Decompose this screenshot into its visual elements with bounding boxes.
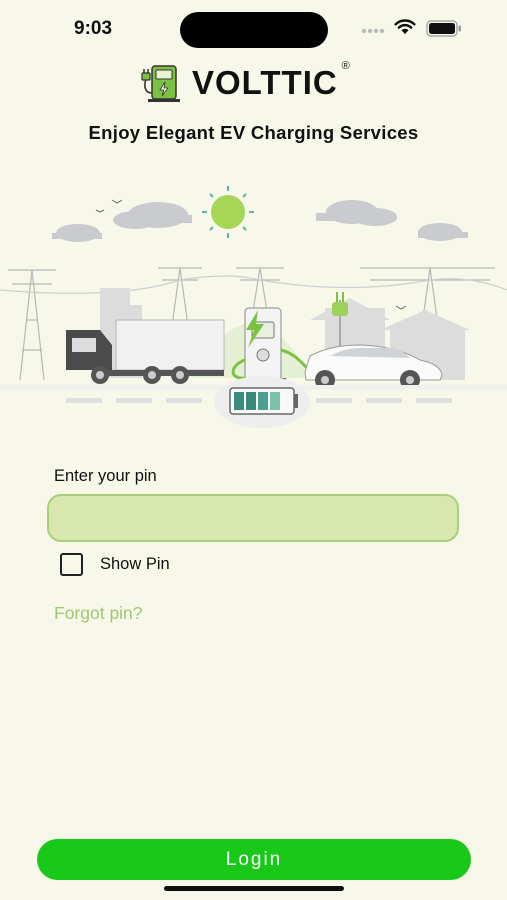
ev-charging-illustration <box>0 186 507 428</box>
brand-name: VOLTTIC <box>192 64 338 101</box>
login-button[interactable]: Login <box>37 839 471 880</box>
status-bar: 9:03 <box>0 0 507 56</box>
show-pin-toggle[interactable]: Show Pin <box>60 553 170 576</box>
dynamic-island <box>180 12 328 48</box>
cellular-signal-icon <box>361 28 385 34</box>
show-pin-checkbox[interactable] <box>60 553 83 576</box>
registered-mark: ® <box>341 60 350 72</box>
pin-label: Enter your pin <box>54 467 157 485</box>
ev-charger-logo-icon <box>141 65 180 102</box>
show-pin-label: Show Pin <box>100 555 170 573</box>
tagline: Enjoy Elegant EV Charging Services <box>88 122 419 143</box>
pin-input[interactable] <box>47 494 459 542</box>
brand-header: VOLTTIC ® <box>138 60 350 104</box>
battery-icon <box>426 20 461 37</box>
battery-charge-graphic <box>214 376 310 428</box>
home-indicator <box>164 886 344 891</box>
clouds <box>52 200 468 242</box>
forgot-pin-link[interactable]: Forgot pin? <box>54 603 143 624</box>
sun <box>202 186 254 238</box>
status-time: 9:03 <box>74 18 113 39</box>
truck <box>66 319 225 384</box>
wifi-icon <box>394 19 416 34</box>
